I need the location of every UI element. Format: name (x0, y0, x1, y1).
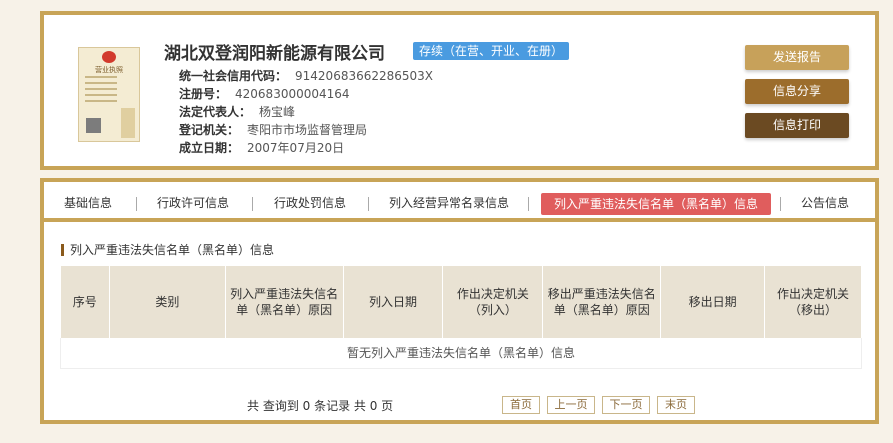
section-title: 列入严重违法失信名单（黑名单）信息 (61, 244, 274, 256)
column-header: 类别 (109, 266, 226, 338)
share-info-button[interactable]: 信息分享 (745, 79, 849, 104)
qr-code-icon (86, 118, 101, 133)
send-report-button[interactable]: 发送报告 (745, 45, 849, 70)
license-stamp (121, 108, 135, 138)
blacklist-table: 序号 类别 列入严重违法失信名单（黑名单）原因 列入日期 作出决定机关（列入） … (60, 266, 862, 369)
establishment-date-row: 成立日期： 2007年07月20日 (179, 141, 345, 155)
empty-message: 暂无列入严重违法失信名单（黑名单）信息 (60, 338, 862, 369)
last-page-button[interactable]: 末页 (657, 396, 695, 414)
company-name: 湖北双登润阳新能源有限公司 (164, 44, 385, 64)
tab-bar: 基础信息 行政许可信息 行政处罚信息 列入经营异常名录信息 列入严重违法失信名单… (44, 182, 875, 222)
column-header: 列入严重违法失信名单（黑名单）原因 (225, 266, 344, 338)
table-row: 暂无列入严重违法失信名单（黑名单）信息 (60, 338, 862, 369)
first-page-button[interactable]: 首页 (502, 396, 540, 414)
next-page-button[interactable]: 下一页 (602, 396, 650, 414)
company-card: 营业执照 湖北双登润阳新能源有限公司 存续（在营、开业、在册） 统一社会信用代码… (40, 11, 879, 170)
registration-number-row: 注册号： 420683000004164 (179, 87, 350, 101)
tab-admin-license[interactable]: 行政许可信息 (157, 194, 229, 211)
tab-blacklist[interactable]: 列入严重违法失信名单（黑名单）信息 (541, 193, 771, 215)
tab-abnormal-list[interactable]: 列入经营异常名录信息 (389, 194, 509, 211)
print-info-button[interactable]: 信息打印 (745, 113, 849, 138)
tab-admin-penalty[interactable]: 行政处罚信息 (274, 194, 346, 211)
prev-page-button[interactable]: 上一页 (547, 396, 595, 414)
tab-announcements[interactable]: 公告信息 (801, 194, 849, 211)
column-header: 移出严重违法失信名单（黑名单）原因 (542, 266, 662, 338)
column-header: 作出决定机关（移出） (764, 266, 862, 338)
business-license-image: 营业执照 (78, 47, 140, 142)
legal-representative-row: 法定代表人： 杨宝峰 (179, 105, 296, 119)
detail-panel: 基础信息 行政许可信息 行政处罚信息 列入经营异常名录信息 列入严重违法失信名单… (40, 178, 879, 424)
tab-basic-info[interactable]: 基础信息 (64, 194, 112, 211)
table-header-row: 序号 类别 列入严重违法失信名单（黑名单）原因 列入日期 作出决定机关（列入） … (60, 266, 862, 338)
column-header: 列入日期 (343, 266, 444, 338)
column-header: 移出日期 (660, 266, 766, 338)
column-header: 作出决定机关（列入） (442, 266, 544, 338)
license-title: 营业执照 (95, 66, 123, 74)
national-emblem-icon (102, 51, 116, 63)
column-header: 序号 (60, 266, 110, 338)
registration-authority-row: 登记机关： 枣阳市市场监督管理局 (179, 123, 368, 137)
credit-code-row: 统一社会信用代码： 91420683662286503X (179, 69, 434, 83)
status-badge: 存续（在营、开业、在册） (413, 42, 570, 60)
pager-summary: 共 查询到 0 条记录 共 0 页 (247, 399, 394, 413)
